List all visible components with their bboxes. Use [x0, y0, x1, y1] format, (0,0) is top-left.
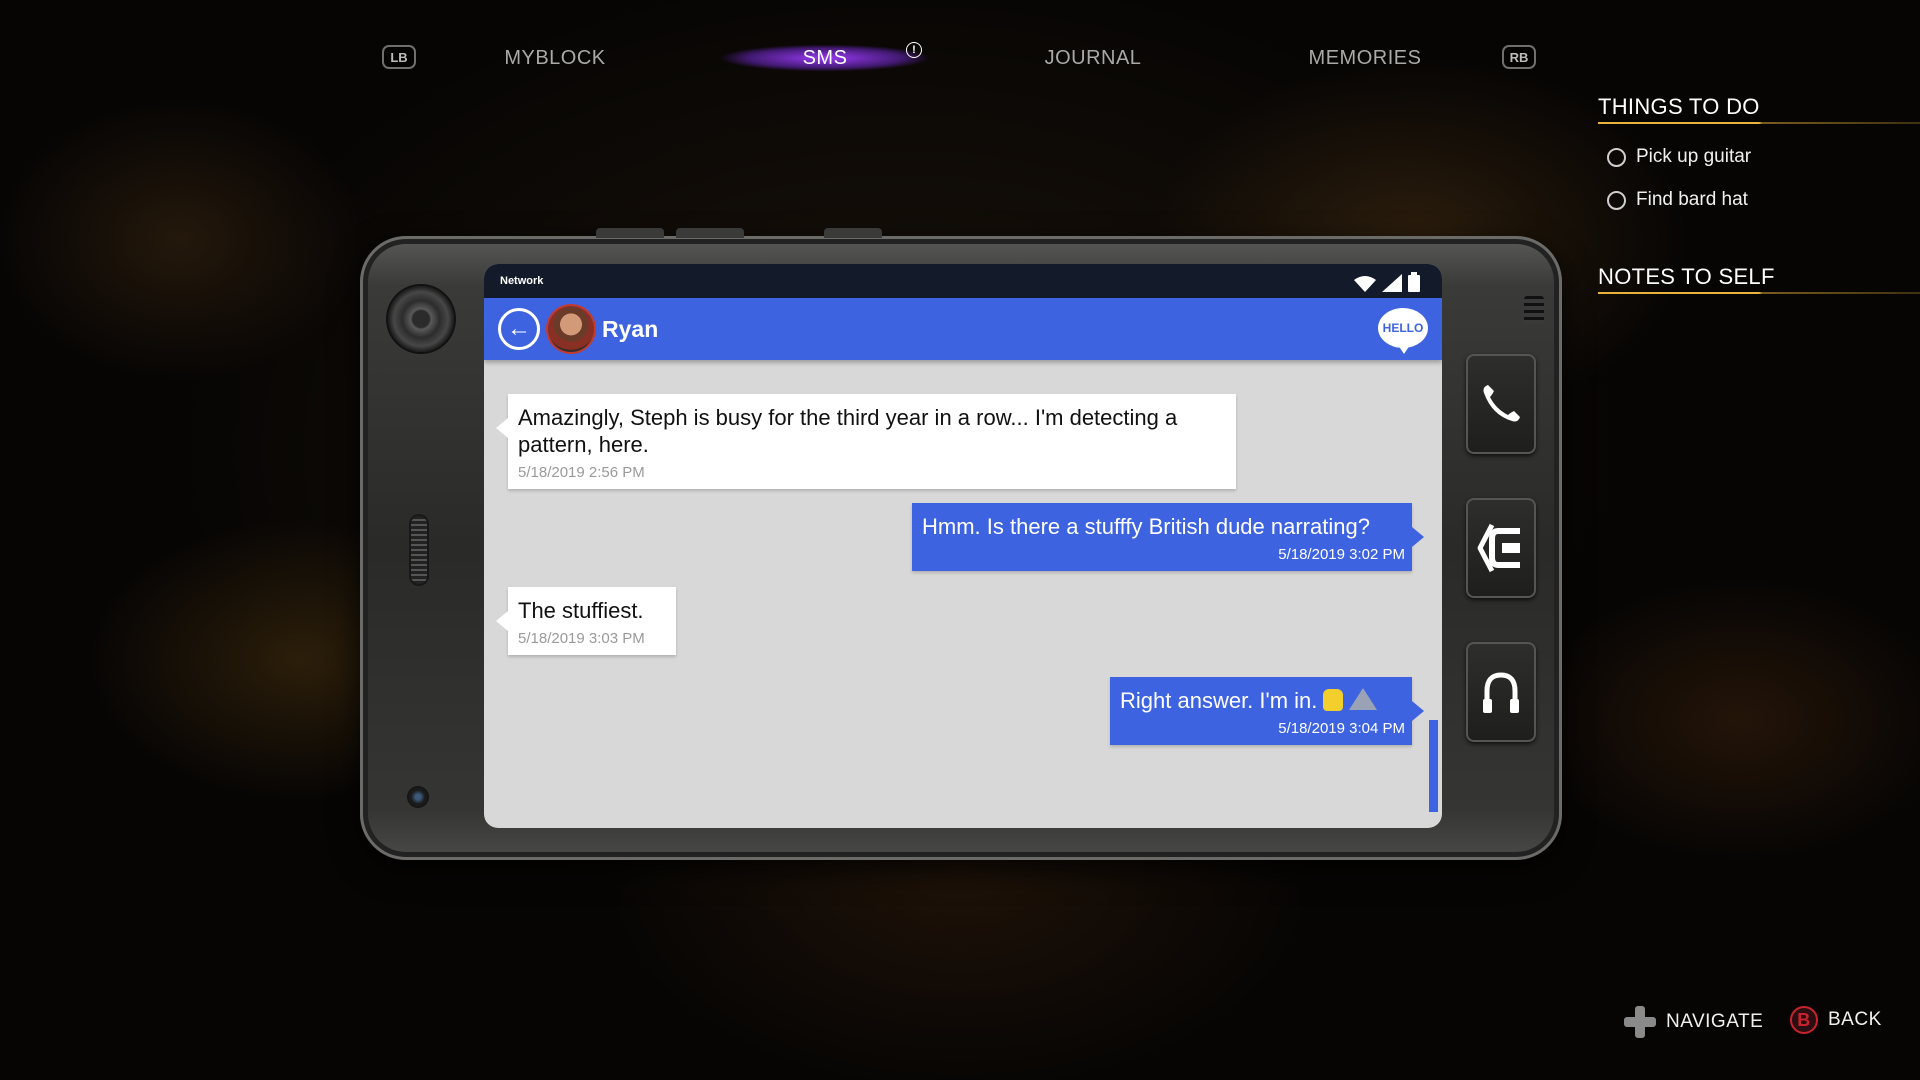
message-timestamp: 5/18/2019 3:02 PM: [1278, 546, 1405, 563]
avatar: [548, 306, 594, 352]
phone-call-icon: [1483, 385, 1520, 422]
tab-memories[interactable]: MEMORIES: [1280, 44, 1450, 72]
todo-label: Pick up guitar: [1636, 146, 1752, 167]
side-grill: [1524, 296, 1544, 324]
navigate-prompt[interactable]: NAVIGATE: [1624, 1006, 1763, 1038]
message-text: Hmm. Is there a stufffy British dude nar…: [922, 514, 1370, 539]
tab-myblock[interactable]: MYBLOCK: [480, 44, 630, 72]
back-prompt[interactable]: B BACK: [1790, 1006, 1882, 1034]
contacts-back-icon: [1477, 523, 1520, 573]
sensor-icon: [409, 788, 427, 806]
back-label: BACK: [1828, 1009, 1882, 1030]
unchecked-circle-icon[interactable]: [1607, 147, 1626, 167]
phone-screen: Network ← Ryan HELLO Amazingly, Steph is…: [484, 264, 1442, 828]
message-text: The stuffiest.: [518, 598, 644, 623]
todo-label: Find bard hat: [1636, 189, 1748, 210]
notification-alert-icon: !: [906, 42, 922, 58]
things-to-do-heading: THINGS TO DO: [1598, 94, 1760, 119]
contacts-button[interactable]: [1466, 498, 1536, 598]
tab-sms[interactable]: SMS: [750, 44, 900, 72]
phone-top-button: [596, 228, 664, 238]
tab-journal[interactable]: JOURNAL: [1018, 44, 1168, 72]
things-to-do-underline: [1598, 122, 1920, 124]
camera-lens-icon: [388, 286, 454, 352]
message-timestamp: 5/18/2019 3:03 PM: [518, 630, 645, 647]
contact-name: Ryan: [602, 315, 659, 342]
notes-to-self-heading: NOTES TO SELF: [1598, 264, 1775, 289]
status-bar: Network: [484, 264, 1442, 298]
unchecked-circle-icon[interactable]: [1607, 190, 1626, 210]
network-label: Network: [500, 275, 544, 287]
headphones-icon: [1483, 672, 1519, 713]
phone-top-button: [676, 228, 744, 238]
mountain-emoji-icon: [1349, 688, 1378, 710]
message-text: Amazingly, Steph is busy for the third y…: [518, 405, 1178, 457]
navigate-label: NAVIGATE: [1666, 1011, 1764, 1032]
message-list: Amazingly, Steph is busy for the third y…: [484, 360, 1442, 828]
rock-hand-emoji-icon: [1323, 689, 1344, 711]
todo-item[interactable]: Find bard hat: [1607, 189, 1748, 211]
speaker-grill: [411, 516, 427, 584]
message-bubble-incoming: The stuffiest. 5/18/2019 3:03 PM: [496, 587, 676, 655]
todo-item[interactable]: Pick up guitar: [1607, 146, 1751, 168]
message-scrollbar[interactable]: [1429, 720, 1438, 812]
phone-device: Network ← Ryan HELLO Amazingly, Steph is…: [360, 228, 1562, 860]
chat-header: ← Ryan HELLO: [484, 298, 1442, 360]
wifi-icon: [1354, 276, 1376, 292]
dpad-icon: [1624, 1006, 1656, 1038]
left-bumper-button[interactable]: LB: [382, 45, 416, 69]
message-bubble-outgoing: Hmm. Is there a stufffy British dude nar…: [912, 503, 1424, 571]
call-button[interactable]: [1466, 354, 1536, 454]
back-arrow-icon[interactable]: ←: [498, 308, 540, 350]
message-text: Right answer. I'm in.: [1120, 688, 1318, 713]
message-bubble-incoming: Amazingly, Steph is busy for the third y…: [496, 394, 1236, 489]
message-text-row: Right answer. I'm in.: [1120, 687, 1405, 714]
message-timestamp: 5/18/2019 3:04 PM: [1278, 720, 1405, 737]
hello-speech-bubble-icon[interactable]: HELLO: [1378, 308, 1428, 354]
message-timestamp: 5/18/2019 2:56 PM: [518, 464, 645, 481]
headphones-button[interactable]: [1466, 642, 1536, 742]
status-icons: [1354, 272, 1420, 292]
phone-top-button: [824, 228, 882, 238]
signal-icon: [1382, 274, 1402, 292]
battery-icon: [1408, 272, 1420, 292]
notes-to-self-underline: [1598, 292, 1920, 294]
b-button-icon: B: [1790, 1006, 1818, 1034]
message-bubble-outgoing: Right answer. I'm in. 5/18/2019 3:04 PM: [1110, 677, 1424, 745]
right-bumper-button[interactable]: RB: [1502, 45, 1536, 69]
